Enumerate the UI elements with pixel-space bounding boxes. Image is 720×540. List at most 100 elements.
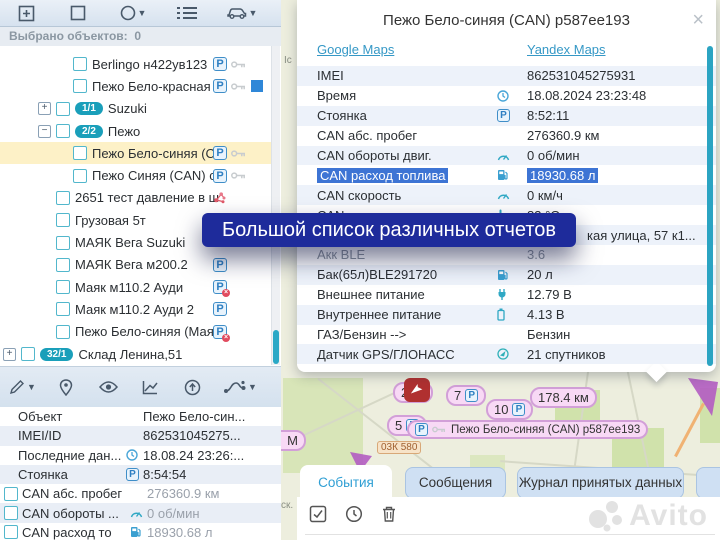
tab-journal[interactable]: Журнал принятых данных <box>517 467 684 499</box>
unit-list-item[interactable]: Пежо Бело-синяя (СP <box>0 142 272 164</box>
add-square-icon[interactable] <box>0 0 52 26</box>
circle-dropdown-icon[interactable]: ▼ <box>104 0 162 26</box>
card-row[interactable]: Время18.08.2024 23:23:48 <box>297 86 716 106</box>
card-row-label: CAN скорость <box>317 188 497 203</box>
card-row[interactable]: Датчик GPS/ГЛОНАСС21 спутников <box>297 344 716 364</box>
card-row[interactable]: СтоянкаP8:52:11 <box>297 106 716 126</box>
card-row[interactable]: Внешнее питание12.79 В <box>297 285 716 305</box>
unit-list-item[interactable]: +1/1 Suzuki <box>0 98 272 120</box>
sensor-checkbox[interactable] <box>4 506 18 520</box>
unit-details-table: ОбъектПежо Бело-син...IMEI/ID86253104527… <box>0 407 281 540</box>
card-row[interactable]: CAN скорость0 км/ч <box>297 185 716 205</box>
unit-label[interactable]: Склад Ленина,51 <box>78 347 182 362</box>
unit-label[interactable]: Suzuki <box>108 101 147 116</box>
unit-label[interactable]: Грузовая 5т <box>75 213 146 228</box>
upload-icon[interactable] <box>171 374 213 400</box>
sensor-checkbox[interactable] <box>4 525 18 539</box>
unit-label[interactable]: Маяк м110.2 Ауди <box>75 280 183 295</box>
sensor-checkbox[interactable] <box>4 487 18 501</box>
unit-detail-card: Пежо Бело-синяя (CAN) p587ee193 × Google… <box>297 0 716 372</box>
sensor-icon <box>213 191 226 204</box>
detail-value: 8:54:54 <box>143 467 186 482</box>
unit-checkbox[interactable] <box>56 124 70 138</box>
unit-checkbox[interactable] <box>21 347 35 361</box>
unit-checkbox[interactable] <box>56 236 70 250</box>
unit-list-item[interactable]: +32/1Склад Ленина,51 <box>0 343 272 365</box>
unit-label[interactable]: 2651 тест давление в ш <box>75 190 219 205</box>
yandex-maps-link[interactable]: Yandex Maps <box>527 42 606 57</box>
edit-dropdown-icon[interactable]: ▼ <box>0 374 45 400</box>
card-scrollbar[interactable] <box>707 46 713 366</box>
card-row[interactable]: Бак(65л)BLE29172020 л <box>297 265 716 285</box>
unit-count-badge: 1/1 <box>75 102 103 115</box>
trash-icon[interactable] <box>381 505 397 523</box>
sidebar-scrollbar[interactable] <box>271 46 280 365</box>
unit-list-item[interactable]: Пежо Бело-синяя (МаяP <box>0 321 272 343</box>
unit-label[interactable]: Berlingo н422ув123 <box>92 57 207 72</box>
unit-list-item[interactable]: МАЯК Вега м200.2P <box>0 254 272 276</box>
card-row[interactable]: CAN расход топлива18930.68 л <box>297 165 716 185</box>
scrollbar-thumb[interactable] <box>273 330 279 364</box>
unit-list-item[interactable]: Пежо Синяя (CAN) сP <box>0 164 272 186</box>
card-row[interactable]: Акк BLE3.6 <box>297 245 716 265</box>
collapse-icon[interactable]: − <box>38 125 51 138</box>
route-dropdown-icon[interactable]: ▼ <box>213 374 268 400</box>
clock-icon <box>497 90 509 102</box>
battery-icon <box>497 308 505 321</box>
card-row-value: 8:52:11 <box>527 108 569 123</box>
unit-list-item[interactable]: Пежо Бело-краснаяP <box>0 75 272 97</box>
expand-icon[interactable]: + <box>38 102 51 115</box>
map-unit-pill[interactable]: P Пежо Бело-синяя (CAN) p587ee193 <box>407 420 648 439</box>
unit-label[interactable]: Пежо <box>108 124 140 139</box>
unit-checkbox[interactable] <box>56 102 70 116</box>
map-cluster-pill[interactable]: 7 P <box>446 385 486 406</box>
unit-list-item[interactable]: Маяк м110.2 АудиP <box>0 276 272 298</box>
unit-list-item[interactable]: −2/2Пежо <box>0 120 272 142</box>
unit-checkbox[interactable] <box>56 258 70 272</box>
card-row[interactable]: CAN обороты двиг.0 об/мин <box>297 146 716 166</box>
unit-label[interactable]: Маяк м110.2 Ауди 2 <box>75 302 194 317</box>
car-dropdown-icon[interactable]: ▼ <box>212 0 272 26</box>
unit-checkbox[interactable] <box>56 325 70 339</box>
interval-clock-icon[interactable] <box>345 505 363 523</box>
list-icon[interactable] <box>162 0 212 26</box>
location-pin-icon[interactable] <box>45 374 87 400</box>
unit-checkbox[interactable] <box>56 280 70 294</box>
select-checkbox-icon[interactable] <box>309 505 327 523</box>
sidebar-top-toolbar: ▼ ▼ <box>0 0 281 27</box>
square-icon[interactable] <box>52 0 104 26</box>
map-cluster-pill[interactable]: 10 P <box>486 399 533 420</box>
unit-checkbox[interactable] <box>73 79 87 93</box>
unit-checkbox[interactable] <box>73 57 87 71</box>
unit-label[interactable]: МАЯК Вега м200.2 <box>75 257 188 272</box>
unit-checkbox[interactable] <box>73 169 87 183</box>
card-row-value: 862531045275931 <box>527 68 635 83</box>
unit-list-item[interactable]: Berlingo н422ув123P <box>0 53 272 75</box>
unit-list-item[interactable]: Маяк м110.2 Ауди 2P <box>0 298 272 320</box>
expand-icon[interactable]: + <box>3 348 16 361</box>
unit-checkbox[interactable] <box>56 302 70 316</box>
google-maps-link[interactable]: Google Maps <box>317 42 394 64</box>
chart-icon[interactable] <box>129 374 171 400</box>
map-distance-pill[interactable]: 178.4 км <box>530 387 597 408</box>
unit-list-item[interactable]: 2651 тест давление в ш <box>0 187 272 209</box>
unit-label[interactable]: МАЯК Вега Suzuki <box>75 235 185 250</box>
tab-messages[interactable]: Сообщения <box>405 467 506 499</box>
card-row[interactable]: CAN абс. пробег276360.9 км <box>297 126 716 146</box>
parking-badge: P <box>213 169 227 183</box>
card-row[interactable]: IMEI862531045275931 <box>297 66 716 86</box>
card-row[interactable]: Внутреннее питание4.13 В <box>297 305 716 325</box>
close-icon[interactable]: × <box>692 10 704 30</box>
unit-label[interactable]: Пежо Синяя (CAN) с <box>92 168 216 183</box>
unit-label[interactable]: Пежо Бело-синяя (Мая <box>75 324 214 339</box>
unit-checkbox[interactable] <box>56 213 70 227</box>
tab-partial[interactable] <box>696 467 720 499</box>
unit-checkbox[interactable] <box>56 191 70 205</box>
eye-icon[interactable] <box>87 374 129 400</box>
unit-label[interactable]: Пежо Бело-синяя (С <box>92 146 215 161</box>
direction-marker-icon[interactable] <box>404 378 430 402</box>
unit-label[interactable]: Пежо Бело-красная <box>92 79 211 94</box>
tab-events[interactable]: События <box>300 465 392 500</box>
card-row[interactable]: ГАЗ/Бензин -->Бензин <box>297 325 716 345</box>
unit-checkbox[interactable] <box>73 146 87 160</box>
